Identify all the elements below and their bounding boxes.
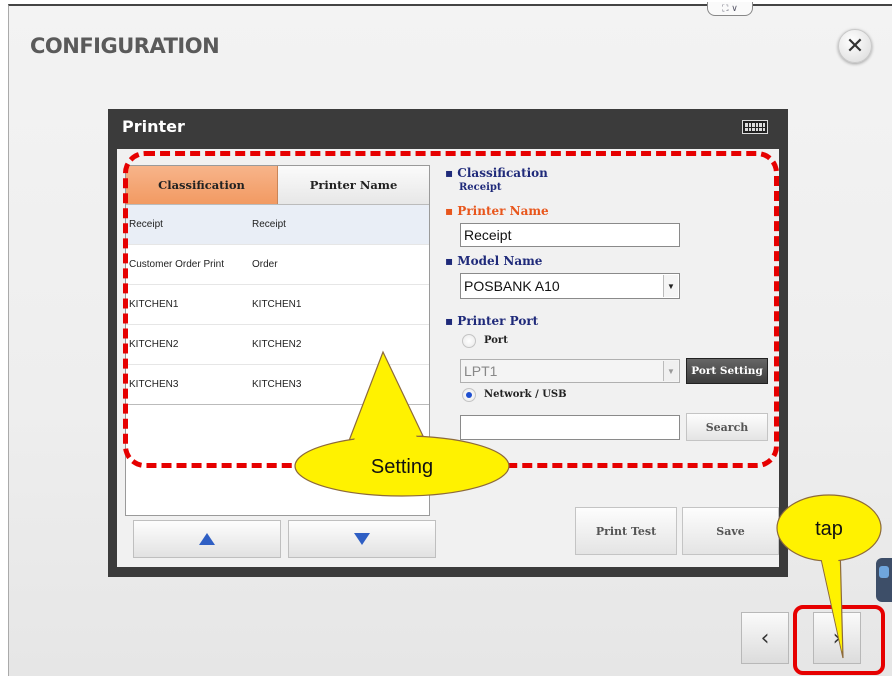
printer-list-header: Classification Printer Name — [126, 166, 429, 205]
cell-classification: KITCHEN3 — [129, 379, 179, 390]
port-setting-button[interactable]: Port Setting — [686, 358, 768, 384]
column-header-printer-name[interactable]: Printer Name — [278, 166, 429, 204]
column-header-classification[interactable]: Classification — [126, 166, 278, 204]
model-name-value: POSBANK A10 — [464, 278, 560, 294]
cell-printer-name: KITCHEN1 — [252, 299, 302, 310]
port-radio[interactable] — [462, 334, 476, 348]
cell-classification: Customer Order Print — [129, 259, 225, 270]
port-dropdown[interactable]: LPT1 ▼ — [460, 359, 680, 383]
chevron-down-icon: ▼ — [663, 275, 678, 297]
print-test-button[interactable]: Print Test — [575, 507, 677, 555]
printer-list: Classification Printer Name Receipt Rece… — [125, 165, 430, 516]
chevron-down-icon: ▼ — [663, 361, 678, 381]
cell-classification: Receipt — [129, 219, 163, 230]
port-radio-label: Port — [484, 335, 508, 346]
close-button[interactable]: ✕ — [838, 29, 872, 63]
search-button[interactable]: Search — [686, 413, 768, 441]
next-page-button[interactable]: › — [813, 612, 861, 664]
prev-page-button[interactable]: ‹ — [741, 612, 789, 664]
save-button[interactable]: Save — [682, 507, 779, 555]
classification-value: Receipt — [459, 182, 502, 193]
classification-label: ▪ Classification — [445, 166, 548, 180]
printer-port-label: ▪ Printer Port — [445, 314, 539, 328]
cell-printer-name: Receipt — [252, 219, 286, 230]
scroll-up-button[interactable] — [133, 520, 281, 558]
list-divider — [126, 404, 429, 405]
page-title: CONFIGURATION — [30, 34, 220, 58]
chevron-left-icon: ‹ — [760, 625, 770, 651]
cell-printer-name: Order — [252, 259, 278, 270]
printer-name-field[interactable]: Receipt — [460, 223, 680, 247]
cell-printer-name: KITCHEN2 — [252, 339, 302, 350]
arrow-down-icon — [354, 533, 370, 545]
cell-classification: KITCHEN2 — [129, 339, 179, 350]
model-name-label: ▪ Model Name — [445, 254, 543, 268]
cell-printer-name: KITCHEN3 — [252, 379, 302, 390]
close-icon: ✕ — [845, 33, 865, 59]
chevron-right-icon: › — [832, 625, 842, 651]
side-panel-tab[interactable] — [876, 558, 892, 602]
port-value: LPT1 — [464, 363, 498, 379]
network-usb-radio-label: Network / USB — [484, 389, 567, 400]
expand-collapse-tab[interactable]: ⛶ ∨ — [707, 2, 753, 16]
expand-collapse-icon: ⛶ ∨ — [722, 3, 738, 14]
list-item[interactable]: KITCHEN3 KITCHEN3 — [126, 365, 429, 405]
scroll-down-button[interactable] — [288, 520, 436, 558]
list-item[interactable]: Receipt Receipt — [126, 205, 429, 245]
printer-settings-panel: Classification Printer Name Receipt Rece… — [117, 149, 779, 567]
model-name-dropdown[interactable]: POSBANK A10 ▼ — [460, 273, 680, 299]
dialog-title: Printer — [122, 117, 185, 136]
list-item[interactable]: Customer Order Print Order — [126, 245, 429, 285]
keyboard-icon[interactable] — [742, 120, 768, 134]
list-item[interactable]: KITCHEN2 KITCHEN2 — [126, 325, 429, 365]
network-usb-radio[interactable] — [462, 388, 476, 402]
printer-name-label: ▪ Printer Name — [445, 204, 549, 218]
printer-dialog: Printer Classification Printer Name Rece… — [108, 109, 788, 577]
arrow-up-icon — [199, 533, 215, 545]
network-address-field[interactable] — [460, 415, 680, 440]
cell-classification: KITCHEN1 — [129, 299, 179, 310]
list-item[interactable]: KITCHEN1 KITCHEN1 — [126, 285, 429, 325]
